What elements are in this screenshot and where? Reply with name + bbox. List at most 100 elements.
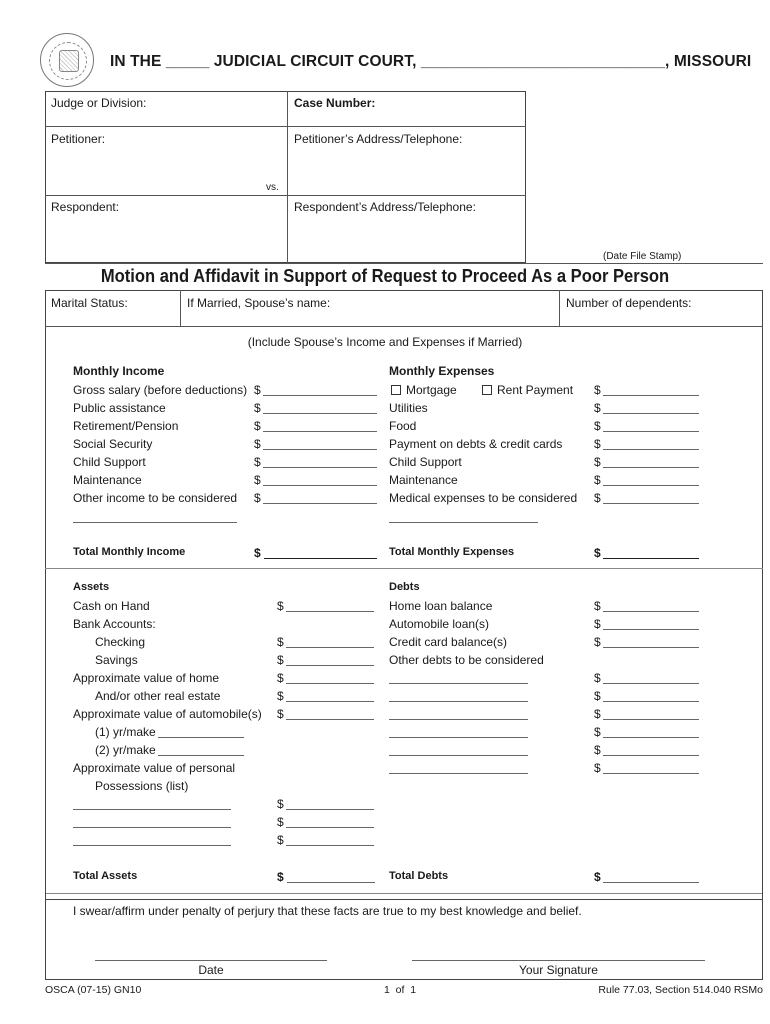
total-monthly-expenses-field[interactable] xyxy=(603,558,699,559)
judge-division-field[interactable]: Judge or Division: xyxy=(51,96,146,110)
income-item-label: Other income to be considered xyxy=(73,491,238,505)
income-item-amount-field[interactable] xyxy=(263,467,377,468)
total-monthly-income-label: Total Monthly Income xyxy=(73,546,186,558)
dollar-sign: $ xyxy=(594,599,601,613)
other-debt-item-amount-field[interactable] xyxy=(603,737,699,738)
dollar-sign: $ xyxy=(594,761,601,775)
dollar-sign: $ xyxy=(254,437,261,451)
date-field[interactable] xyxy=(95,960,327,961)
other-debt-item-blank[interactable] xyxy=(389,683,528,684)
dollar-sign: $ xyxy=(254,546,261,560)
page-number: 1 of 1 xyxy=(384,984,417,996)
other-debt-item-amount-field[interactable] xyxy=(603,683,699,684)
form-title: Motion and Affidavit in Support of Reque… xyxy=(100,266,670,286)
other-expense-blank[interactable] xyxy=(389,522,538,523)
income-item-amount-field[interactable] xyxy=(263,449,377,450)
divider xyxy=(180,290,181,327)
automobile-value-amount-field[interactable] xyxy=(286,719,374,720)
expense-item-label: Medical expenses to be considered xyxy=(389,491,578,505)
income-item-label: Child Support xyxy=(73,455,146,469)
respondent-address-field[interactable]: Respondent’s Address/Telephone: xyxy=(294,200,476,214)
expense-item-amount-field[interactable] xyxy=(603,413,699,414)
dollar-sign: $ xyxy=(254,455,261,469)
expense-item-label: Child Support xyxy=(389,455,462,469)
dollar-sign: $ xyxy=(277,689,284,703)
home-loan-label: Home loan balance xyxy=(389,599,493,613)
signature-field[interactable] xyxy=(412,960,705,961)
real-estate-amount-field[interactable] xyxy=(286,701,374,702)
petitioner-address-field[interactable]: Petitioner’s Address/Telephone: xyxy=(294,132,462,146)
dollar-sign: $ xyxy=(594,491,601,505)
other-debt-item-blank[interactable] xyxy=(389,755,528,756)
income-item-amount-field[interactable] xyxy=(263,485,377,486)
checking-label: Checking xyxy=(95,635,146,649)
personal-value-label: Approximate value of personal xyxy=(73,761,236,775)
income-item-label: Retirement/Pension xyxy=(73,419,179,433)
rent-payment-checkbox[interactable] xyxy=(482,385,492,395)
auto-1-yr-make-blank[interactable] xyxy=(158,737,244,738)
home-value-amount-field[interactable] xyxy=(286,683,374,684)
auto-2-yr-make-blank[interactable] xyxy=(158,755,244,756)
dollar-sign: $ xyxy=(594,473,601,487)
expense-item-amount-field[interactable] xyxy=(603,485,699,486)
income-item-amount-field[interactable] xyxy=(263,413,377,414)
dollar-sign: $ xyxy=(594,401,601,415)
other-debt-item-blank[interactable] xyxy=(389,773,528,774)
income-item-amount-field[interactable] xyxy=(263,503,377,504)
income-item-amount-field[interactable] xyxy=(263,431,377,432)
total-debts-field[interactable] xyxy=(603,882,699,883)
expense-item-amount-field[interactable] xyxy=(603,467,699,468)
income-item-amount-field[interactable] xyxy=(263,395,377,396)
dollar-sign: $ xyxy=(594,635,601,649)
other-debt-item-blank[interactable] xyxy=(389,701,528,702)
dollar-sign: $ xyxy=(594,689,601,703)
total-monthly-income-field[interactable] xyxy=(264,558,377,559)
mortgage-rent-amount-field[interactable] xyxy=(603,395,699,396)
expense-item-amount-field[interactable] xyxy=(603,449,699,450)
real-estate-label: And/or other real estate xyxy=(95,689,221,703)
savings-amount-field[interactable] xyxy=(286,665,374,666)
home-loan-amount-field[interactable] xyxy=(603,611,699,612)
other-debt-item-amount-field[interactable] xyxy=(603,773,699,774)
auto-2-yr-make-label: (2) yr/make xyxy=(95,743,156,757)
case-number-field[interactable]: Case Number: xyxy=(294,96,375,110)
other-debt-item-blank[interactable] xyxy=(389,737,528,738)
caption-divider xyxy=(287,91,288,263)
possession-item-blank[interactable] xyxy=(73,845,231,846)
possession-item-blank[interactable] xyxy=(73,809,231,810)
expense-item-amount-field[interactable] xyxy=(603,503,699,504)
other-debt-item-blank[interactable] xyxy=(389,719,528,720)
other-debt-item-amount-field[interactable] xyxy=(603,719,699,720)
possessions-label: Possessions (list) xyxy=(95,779,189,793)
dollar-sign: $ xyxy=(594,419,601,433)
other-income-blank[interactable] xyxy=(73,522,237,523)
credit-card-amount-field[interactable] xyxy=(603,647,699,648)
possession-item-amount-field[interactable] xyxy=(286,809,374,810)
total-assets-field[interactable] xyxy=(287,882,375,883)
savings-label: Savings xyxy=(95,653,138,667)
auto-loan-amount-field[interactable] xyxy=(603,629,699,630)
petitioner-field[interactable]: Petitioner: xyxy=(51,132,105,146)
mortgage-label: Mortgage xyxy=(406,383,457,397)
marital-status-field[interactable]: Marital Status: xyxy=(51,296,128,310)
other-debt-item-amount-field[interactable] xyxy=(603,701,699,702)
cash-on-hand-amount-field[interactable] xyxy=(286,611,374,612)
monthly-income-heading: Monthly Income xyxy=(73,364,165,378)
divider xyxy=(45,326,763,327)
credit-card-label: Credit card balance(s) xyxy=(389,635,508,649)
other-debt-item-amount-field[interactable] xyxy=(603,755,699,756)
possession-item-amount-field[interactable] xyxy=(286,845,374,846)
caption-row-divider xyxy=(45,195,526,196)
total-monthly-expenses-label: Total Monthly Expenses xyxy=(389,546,515,558)
mortgage-checkbox[interactable] xyxy=(391,385,401,395)
dependents-field[interactable]: Number of dependents: xyxy=(566,296,691,310)
income-item-label: Maintenance xyxy=(73,473,142,487)
respondent-field[interactable]: Respondent: xyxy=(51,200,119,214)
checking-amount-field[interactable] xyxy=(286,647,374,648)
expense-item-amount-field[interactable] xyxy=(603,431,699,432)
spouse-name-field[interactable]: If Married, Spouse’s name: xyxy=(187,296,330,310)
possession-item-blank[interactable] xyxy=(73,827,231,828)
caption-box xyxy=(45,91,526,263)
possession-item-amount-field[interactable] xyxy=(286,827,374,828)
dollar-sign: $ xyxy=(594,743,601,757)
